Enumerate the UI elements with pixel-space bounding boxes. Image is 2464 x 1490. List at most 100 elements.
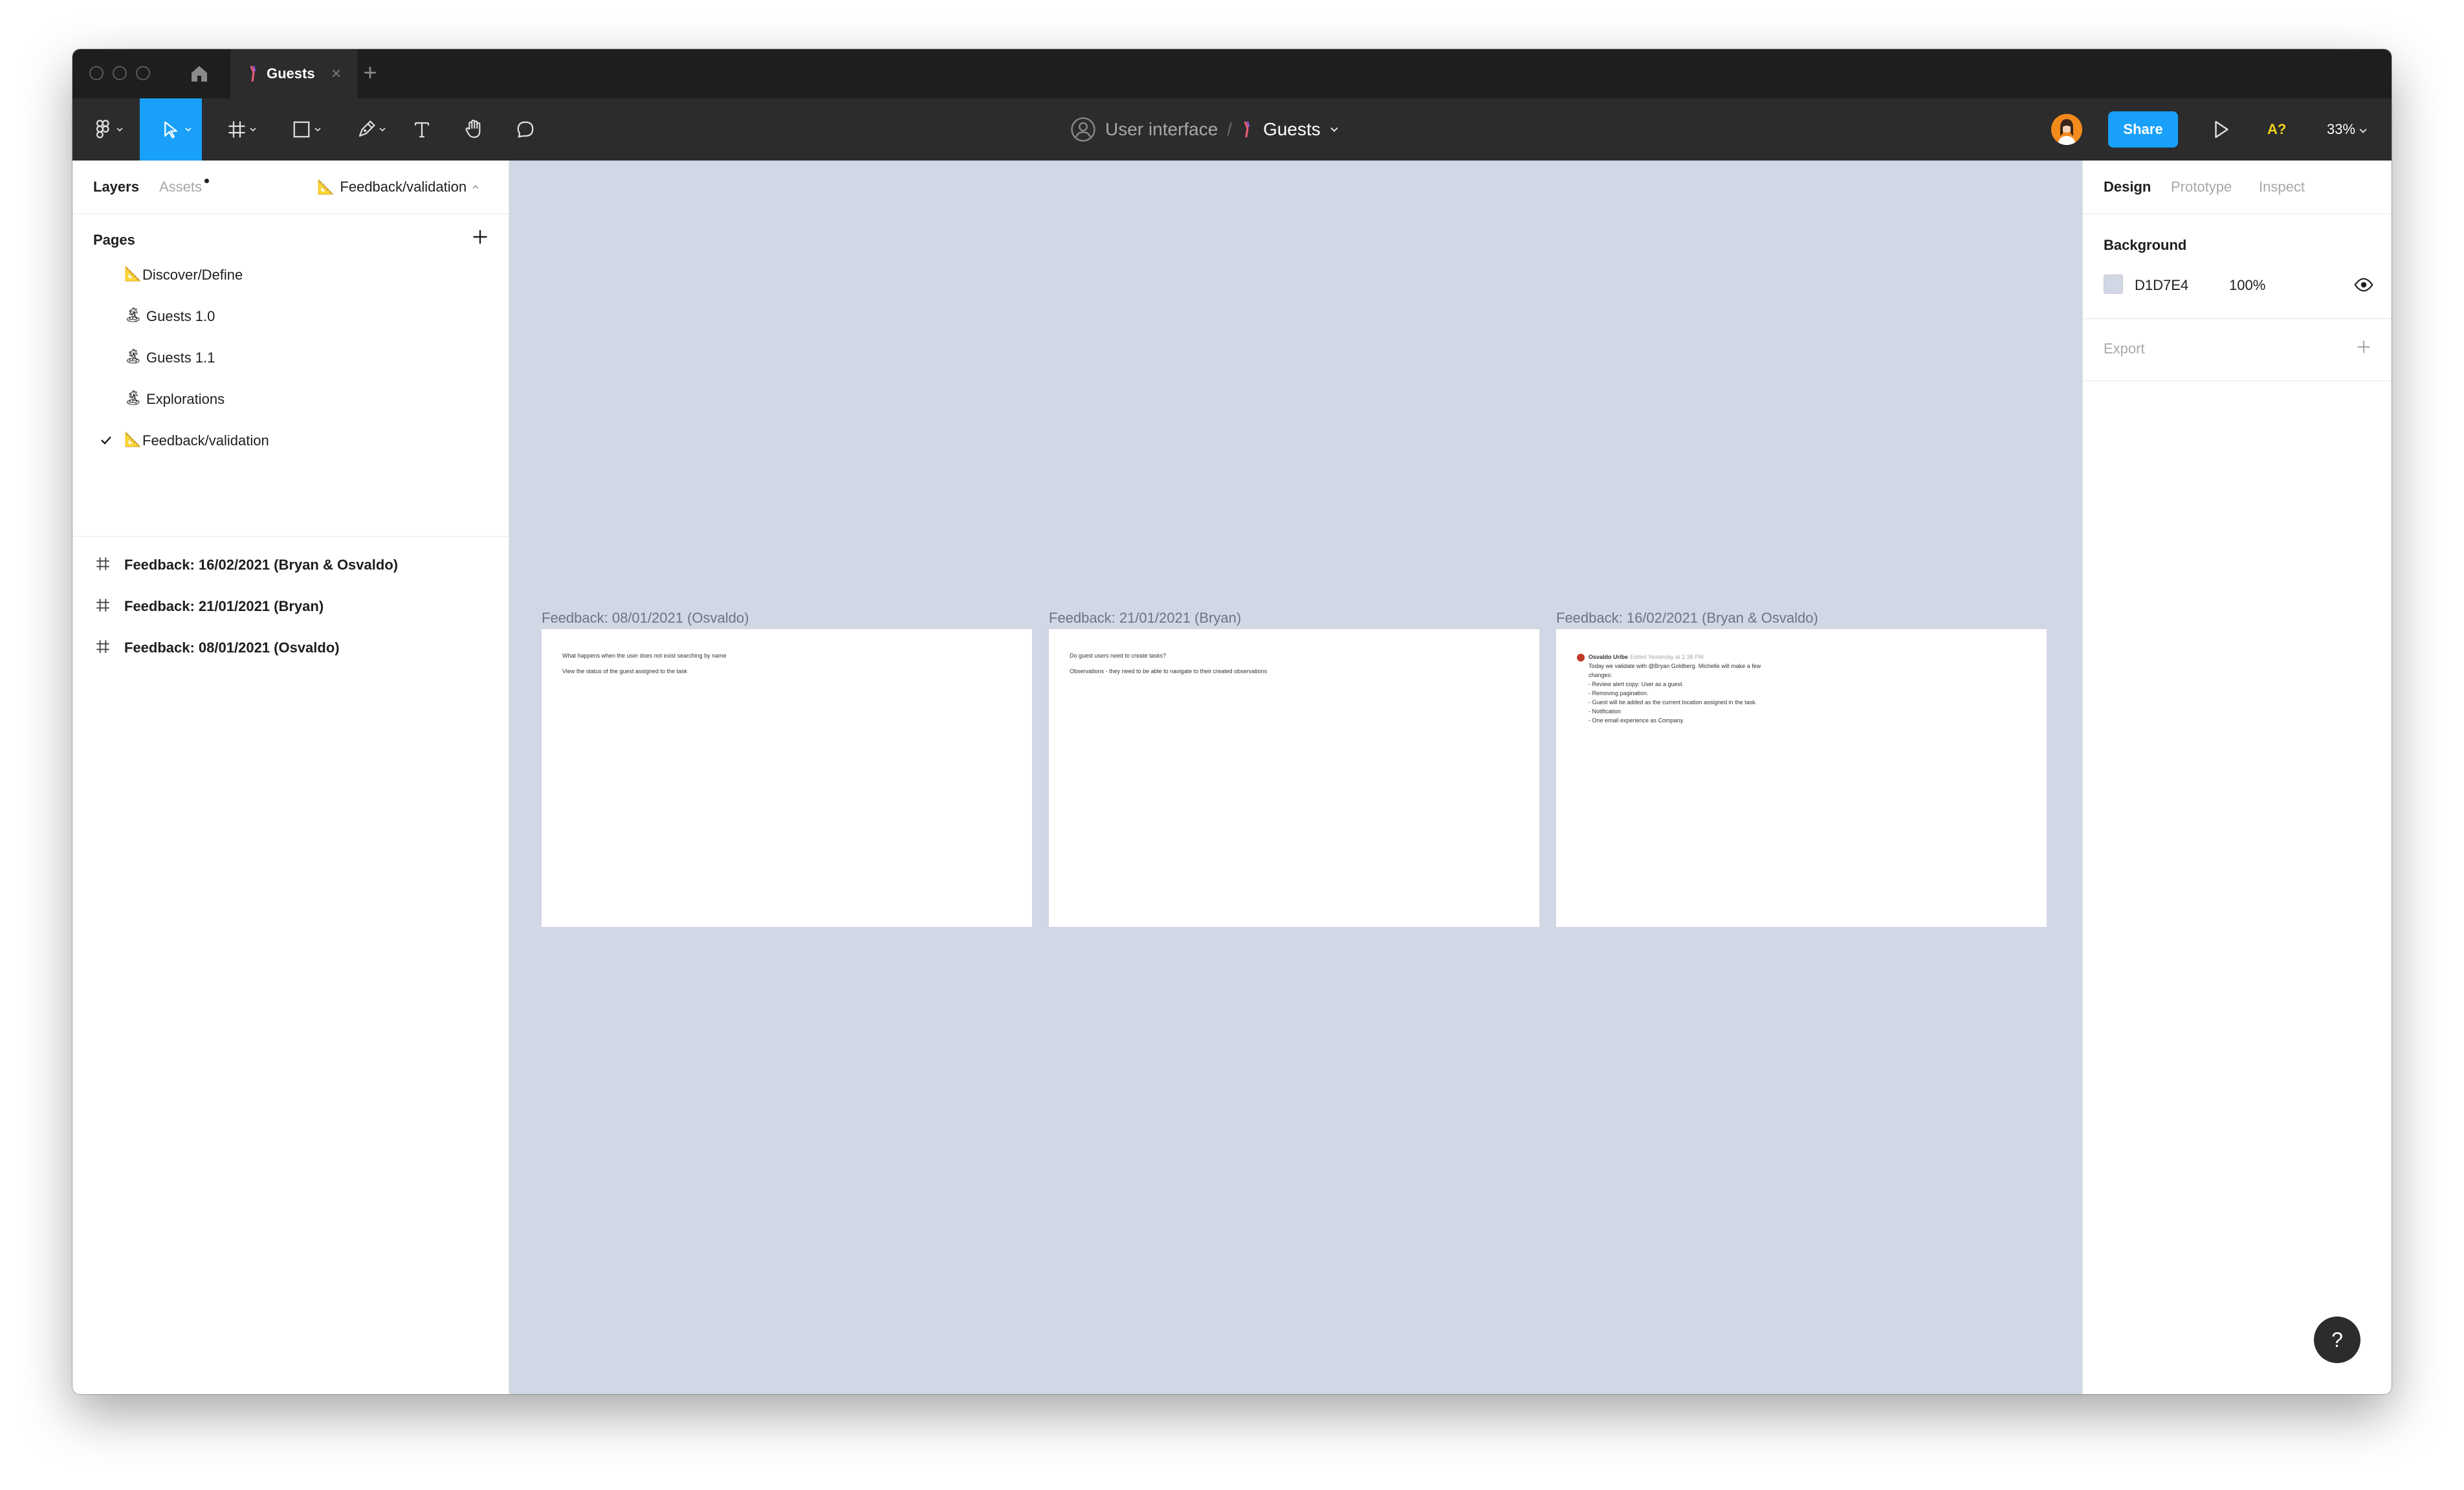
zoom-level: 33% bbox=[2327, 121, 2356, 137]
page-item-guests-1-0[interactable]: 🏝 Guests 1.0 bbox=[72, 295, 509, 337]
team-avatar-icon[interactable] bbox=[1070, 117, 1096, 142]
comment-tool-button[interactable] bbox=[505, 98, 546, 161]
user-avatar[interactable] bbox=[2051, 114, 2082, 145]
cursor-arrow-icon bbox=[164, 121, 177, 139]
accessibility-check-button[interactable]: A? bbox=[2267, 121, 2286, 138]
layer-item[interactable]: Feedback: 16/02/2021 (Bryan & Osvaldo) bbox=[72, 544, 509, 585]
frame-hash-icon bbox=[96, 557, 109, 570]
palm-tree-icon: 🏝 bbox=[124, 307, 142, 323]
background-opacity-input[interactable]: 100% bbox=[2229, 277, 2265, 294]
left-panel-tabs: Layers Assets 📐 Feedback/validation bbox=[72, 161, 509, 214]
page-label: Feedback/validation bbox=[142, 432, 269, 449]
frame-text-line: What happens when the user does not exis… bbox=[562, 652, 727, 659]
breadcrumb-team[interactable]: User interface bbox=[1105, 119, 1218, 140]
tab-inspect[interactable]: Inspect bbox=[2259, 179, 2305, 195]
figma-file-icon bbox=[247, 65, 260, 83]
tab-assets[interactable]: Assets bbox=[159, 179, 202, 195]
triangle-ruler-icon: 📐 bbox=[124, 265, 142, 282]
page-item-discover-define[interactable]: 📐 Discover/Define bbox=[72, 254, 509, 295]
palm-tree-icon: 🏝 bbox=[124, 390, 142, 406]
page-item-guests-1-1[interactable]: 🏝 Guests 1.1 bbox=[72, 337, 509, 378]
new-tab-button[interactable]: + bbox=[357, 61, 383, 84]
feedback-frame-bryan[interactable]: Do guest users need to create tasks? Obs… bbox=[1049, 629, 1539, 927]
close-window-button[interactable] bbox=[89, 66, 104, 80]
tab-prototype[interactable]: Prototype bbox=[2171, 179, 2232, 195]
help-button[interactable]: ? bbox=[2314, 1317, 2360, 1363]
checkmark-icon bbox=[101, 436, 111, 445]
panel-divider bbox=[72, 536, 509, 537]
triangle-ruler-icon: 📐 bbox=[317, 179, 335, 195]
file-breadcrumb: User interface / Guests bbox=[1070, 98, 1339, 161]
breadcrumb-separator: / bbox=[1227, 119, 1233, 139]
triangle-ruler-icon: 📐 bbox=[124, 431, 142, 447]
feedback-frame-bryan-osvaldo[interactable]: Osvaldo Uribe Edited Yesterday at 1:38 P… bbox=[1556, 629, 2047, 927]
add-page-button[interactable] bbox=[468, 225, 492, 249]
frame-hash-icon bbox=[228, 121, 245, 138]
chevron-down-icon bbox=[379, 128, 386, 132]
chevron-down-icon bbox=[314, 128, 321, 132]
background-section-header: Background bbox=[2104, 237, 2187, 253]
eye-icon[interactable] bbox=[2353, 274, 2374, 295]
export-section-header[interactable]: Export bbox=[2104, 340, 2145, 357]
feedback-frame-osvaldo[interactable]: What happens when the user does not exis… bbox=[542, 629, 1032, 927]
hand-tool-button[interactable] bbox=[453, 98, 494, 161]
background-color-swatch[interactable] bbox=[2104, 274, 2123, 294]
shape-tool-button[interactable] bbox=[276, 98, 327, 161]
design-canvas[interactable]: Feedback: 08/01/2021 (Osvaldo) What happ… bbox=[509, 161, 2082, 1394]
move-tool-button[interactable] bbox=[140, 98, 202, 161]
frame-text-line: Do guest users need to create tasks? bbox=[1070, 652, 1167, 659]
tab-layers[interactable]: Layers bbox=[93, 179, 139, 195]
frame-text-line: - Notification bbox=[1589, 708, 1622, 715]
layer-label: Feedback: 16/02/2021 (Bryan & Osvaldo) bbox=[124, 557, 399, 573]
comment-author: Osvaldo Uribe bbox=[1589, 654, 1629, 660]
chevron-down-icon[interactable] bbox=[1330, 126, 1339, 133]
figma-file-icon bbox=[1244, 121, 1250, 138]
file-tab[interactable]: Guests × bbox=[230, 49, 357, 98]
background-hex-input[interactable]: D1D7E4 bbox=[2135, 277, 2188, 294]
frame-title[interactable]: Feedback: 16/02/2021 (Bryan & Osvaldo) bbox=[1556, 610, 1818, 627]
share-button[interactable]: Share bbox=[2108, 111, 2178, 148]
frame-text-line: - Guest will be added as the current loc… bbox=[1589, 699, 1757, 706]
tab-design[interactable]: Design bbox=[2104, 179, 2151, 195]
current-page-dropdown[interactable]: 📐 Feedback/validation bbox=[317, 179, 479, 195]
zoom-dropdown[interactable]: 33% bbox=[2327, 121, 2367, 138]
right-panel-tabs: Design Prototype Inspect bbox=[2083, 161, 2392, 214]
tab-close-button[interactable]: × bbox=[331, 63, 341, 83]
panel-divider bbox=[2083, 318, 2392, 319]
layers-panel: Layers Assets 📐 Feedback/validation Page… bbox=[72, 161, 509, 1394]
frame-text-line: Observations - they need to be able to n… bbox=[1070, 668, 1268, 674]
frame-tool-button[interactable] bbox=[211, 98, 263, 161]
breadcrumb-file-name[interactable]: Guests bbox=[1263, 119, 1321, 140]
minimize-window-button[interactable] bbox=[113, 66, 127, 80]
home-icon[interactable] bbox=[188, 62, 211, 85]
zoom-window-button[interactable] bbox=[136, 66, 150, 80]
layer-item[interactable]: Feedback: 08/01/2021 (Osvaldo) bbox=[72, 627, 509, 668]
plus-icon[interactable] bbox=[2353, 337, 2374, 357]
properties-panel: Design Prototype Inspect Background D1D7… bbox=[2082, 161, 2392, 1394]
rectangle-icon bbox=[293, 121, 310, 138]
frame-text-line: Today we validate with @Bryan Goldberg. … bbox=[1589, 663, 1761, 669]
frame-text-line: - Removing pagination. bbox=[1589, 690, 1649, 696]
frame-title[interactable]: Feedback: 21/01/2021 (Bryan) bbox=[1049, 610, 1241, 627]
frame-hash-icon bbox=[96, 599, 109, 612]
frame-title[interactable]: Feedback: 08/01/2021 (Osvaldo) bbox=[542, 610, 749, 627]
page-item-feedback-validation[interactable]: 📐 Feedback/validation bbox=[72, 419, 509, 461]
text-tool-button[interactable] bbox=[401, 98, 443, 161]
user-avatar-image bbox=[2051, 114, 2082, 145]
frame-hash-icon bbox=[96, 640, 109, 653]
chevron-down-icon bbox=[116, 128, 123, 132]
palm-tree-icon: 🏝 bbox=[124, 348, 142, 364]
frame-text-line: - One email experience as Company. bbox=[1589, 717, 1684, 724]
hand-icon bbox=[465, 119, 481, 139]
present-button[interactable] bbox=[2209, 118, 2232, 141]
pages-header: Pages bbox=[93, 232, 135, 248]
pen-tool-button[interactable] bbox=[340, 98, 392, 161]
figma-logo-icon bbox=[96, 120, 109, 139]
main-menu-button[interactable] bbox=[83, 98, 124, 161]
page-item-explorations[interactable]: 🏝 Explorations bbox=[72, 378, 509, 419]
chevron-down-icon bbox=[185, 128, 192, 132]
layer-item[interactable]: Feedback: 21/01/2021 (Bryan) bbox=[72, 585, 509, 627]
text-t-icon bbox=[414, 122, 430, 138]
chevron-up-icon bbox=[472, 185, 479, 189]
plus-icon bbox=[473, 230, 487, 244]
